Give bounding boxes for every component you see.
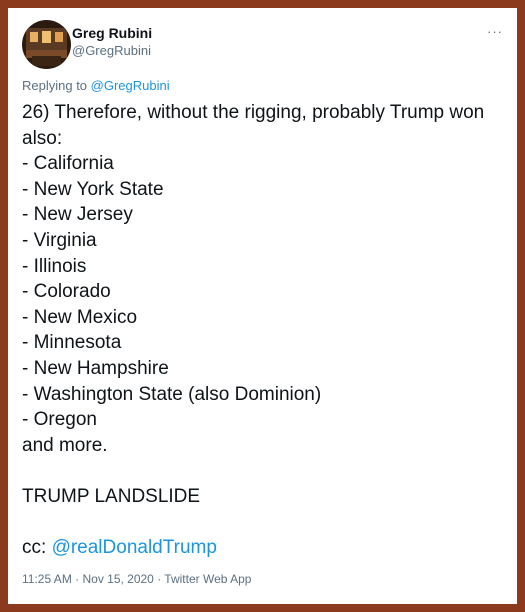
tweet-line: 26) Therefore, without the rigging, prob… [22,102,485,123]
tweet-timestamp[interactable]: 11:25 AM · Nov 15, 2020 · Twitter Web Ap… [22,572,251,586]
tweet-line: - New Mexico [22,306,138,328]
replying-to: Replying to @GregRubini [22,78,170,93]
author-handle[interactable]: @GregRubini [72,43,151,58]
more-options-icon[interactable]: ··· [487,24,503,39]
tweet-line: - New Hampshire [22,357,169,379]
tweet-line: - California [22,153,114,175]
tweet-line [22,510,507,536]
replying-to-label: Replying to [22,78,91,93]
tweet-text: 26) Therefore, without the rigging, prob… [22,100,507,561]
author-name[interactable]: Greg Rubini [72,25,152,41]
tweet-line: - Oregon [22,409,97,431]
tweet-line: and more. [22,434,108,456]
tweet-line: TRUMP LANDSLIDE [22,485,201,507]
tweet-line: - Colorado [22,281,111,303]
tweet-line: also: [22,127,63,149]
tweet-line: - Virginia [22,229,97,251]
replying-to-link[interactable]: @GregRubini [91,78,170,93]
avatar[interactable] [22,20,71,69]
tweet-line: - New Jersey [22,204,133,226]
tweet-line: - New York State [22,178,164,200]
tweet-card: Greg Rubini @GregRubini ··· Replying to … [8,8,517,604]
tweet-line: - Washington State (also Dominion) [22,383,322,405]
tweet-line [22,458,507,484]
tweet-line: - Illinois [22,255,87,277]
tweet-line: - Minnesota [22,332,122,354]
cc-line: cc: @realDonaldTrump [22,535,507,561]
avatar-image [22,20,71,69]
mention-link[interactable]: @realDonaldTrump [52,537,217,558]
cc-label: cc: [22,537,52,559]
